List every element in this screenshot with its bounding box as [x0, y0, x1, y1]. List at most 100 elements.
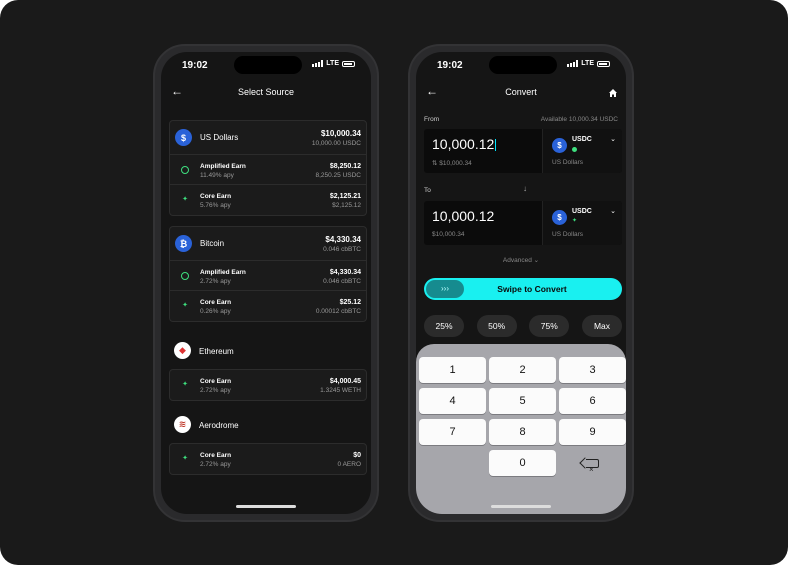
earn-row[interactable]: ✦ Core Earn 5.76% apy $2,125.21 $2,125.12: [170, 185, 366, 215]
key-7[interactable]: 7: [419, 419, 486, 445]
sparkle-icon: ✦: [572, 218, 578, 224]
amplified-earn-icon: [181, 166, 189, 174]
earn-amount: $2,125.12: [332, 202, 361, 209]
phone-screen: 19:02 LTE ← Convert From Available 10,00…: [416, 52, 626, 514]
asset-amount: 10,000.00 USDC: [311, 140, 361, 147]
status-indicators: LTE: [312, 60, 355, 67]
asset-group: $ US Dollars $10,000.34 10,000.00 USDC Ampli…: [169, 120, 367, 216]
earn-apy: 2.72% apy: [200, 387, 231, 394]
from-token-name: USDC: [572, 136, 592, 143]
earn-value: $4,330.34: [329, 269, 361, 276]
to-token-name: USDC: [572, 208, 592, 215]
from-amount-input[interactable]: 10,000.12: [432, 136, 497, 152]
earn-name: Core Earn: [200, 193, 232, 200]
key-9[interactable]: 9: [559, 419, 626, 445]
to-amount-box: 10,000.12 $10,000.34 $ USDC ✦ US Dollars…: [424, 201, 622, 245]
page-title: Convert: [505, 87, 537, 97]
max-button[interactable]: Max: [581, 315, 622, 337]
earn-name: Core Earn: [200, 299, 232, 306]
asset-name: US Dollars: [200, 133, 239, 142]
earn-amount: 1.3245 WETH: [320, 387, 361, 394]
available-balance: Available 10,000.34 USDC: [540, 116, 618, 123]
earn-amount: 0 AERO: [337, 461, 361, 468]
earn-row[interactable]: Amplified Earn 11.49% apy $8,250.12 8,250.2…: [170, 155, 366, 185]
asset-header: ≋ Aerodrome: [169, 413, 367, 437]
status-indicators: LTE: [567, 60, 610, 67]
core-earn-icon: ✦: [182, 302, 188, 309]
from-token-selector[interactable]: $ USDC US Dollars ⌄: [542, 129, 622, 173]
asset-name: Aerodrome: [199, 421, 239, 430]
asset-row[interactable]: ₿ Bitcoin $4,330.34 0.046 cbBTC: [170, 227, 366, 261]
bitcoin-icon: ₿: [175, 235, 192, 252]
key-6[interactable]: 6: [559, 388, 626, 414]
from-label: From: [424, 116, 440, 123]
earn-amount: 0.046 cbBTC: [323, 278, 361, 285]
earn-value: $25.12: [339, 299, 361, 306]
amplified-earn-icon: [181, 272, 189, 280]
earn-name: Amplified Earn: [200, 269, 246, 276]
page-title: Select Source: [237, 87, 295, 97]
key-2[interactable]: 2: [489, 357, 556, 383]
earn-value: $0: [353, 452, 361, 459]
key-4[interactable]: 4: [419, 388, 486, 414]
earn-apy: 0.26% apy: [200, 308, 231, 315]
percent-50-button[interactable]: 50%: [476, 315, 517, 337]
key-3[interactable]: 3: [559, 357, 626, 383]
swipe-label: Swipe to Convert: [497, 284, 567, 294]
chevron-down-icon: ⌄: [610, 208, 616, 215]
earn-row[interactable]: ✦ Core Earn 2.72% apy $4,000.45 1.3245 WETH: [170, 370, 366, 400]
key-1[interactable]: 1: [419, 357, 486, 383]
backspace-key[interactable]: [559, 450, 626, 483]
earn-row[interactable]: Amplified Earn 2.72% apy $4,330.34 0.046 cb…: [170, 261, 366, 291]
battery-icon: [597, 60, 610, 67]
asset-row[interactable]: $ US Dollars $10,000.34 10,000.00 USDC: [170, 121, 366, 155]
core-earn-icon: ✦: [182, 381, 188, 388]
earn-amount: 8,250.25 USDC: [315, 172, 361, 179]
key-0[interactable]: 0: [489, 450, 556, 476]
status-dot-icon: [572, 147, 577, 152]
aerodrome-icon: ≋: [174, 416, 191, 433]
earn-apy: 2.72% apy: [200, 278, 231, 285]
phone-convert: 19:02 LTE ← Convert From Available 10,00…: [408, 44, 634, 522]
asset-name: Ethereum: [199, 347, 234, 356]
key-8[interactable]: 8: [489, 419, 556, 445]
earn-apy: 11.49% apy: [200, 172, 234, 179]
key-5[interactable]: 5: [489, 388, 556, 414]
ethereum-icon: ◆: [174, 342, 191, 359]
earn-value: $4,000.45: [329, 378, 361, 385]
earn-value: $2,125.21: [329, 193, 361, 200]
advanced-toggle[interactable]: Advanced ⌄: [416, 256, 626, 264]
core-earn-icon: ✦: [182, 455, 188, 462]
percent-75-button[interactable]: 75%: [529, 315, 570, 337]
to-fiat-value: $10,000.34: [432, 231, 465, 238]
nav-bar: ← Convert: [416, 82, 626, 106]
phone-select-source: 19:02 LTE ← Select Source $ US Dollars $10…: [153, 44, 379, 522]
from-fiat-value: ⇅ $10,000.34: [432, 160, 472, 167]
home-indicator: [491, 505, 551, 508]
asset-group: ✦ Core Earn 2.72% apy $0 0 AERO: [169, 443, 367, 475]
earn-name: Amplified Earn: [200, 163, 246, 170]
to-token-selector[interactable]: $ USDC ✦ US Dollars ⌄: [542, 201, 622, 245]
home-icon[interactable]: [608, 85, 618, 103]
showcase-background: 19:02 LTE ← Select Source $ US Dollars $10…: [0, 0, 788, 565]
earn-apy: 2.72% apy: [200, 461, 231, 468]
signal-icon: [312, 60, 324, 67]
core-earn-icon: ✦: [182, 196, 188, 203]
earn-row[interactable]: ✦ Core Earn 2.72% apy $0 0 AERO: [170, 444, 366, 474]
to-amount-value: 10,000.12: [432, 208, 495, 224]
arrow-down-icon[interactable]: ↓: [523, 184, 527, 193]
chevron-down-icon: ⌄: [610, 136, 616, 143]
from-amount-box[interactable]: 10,000.12 ⇅ $10,000.34 $ USDC US Dollars…: [424, 129, 622, 173]
asset-amount: 0.046 cbBTC: [323, 246, 361, 253]
usdc-icon: $: [552, 210, 567, 225]
percent-buttons: 25% 50% 75% Max: [424, 315, 622, 337]
earn-row[interactable]: ✦ Core Earn 0.26% apy $25.12 0.00012 cbBTC: [170, 291, 366, 321]
earn-value: $8,250.12: [329, 163, 361, 170]
percent-25-button[interactable]: 25%: [424, 315, 464, 337]
network-label: LTE: [326, 60, 339, 67]
status-time: 19:02: [437, 60, 463, 71]
asset-group: ✦ Core Earn 2.72% apy $4,000.45 1.3245 WETH: [169, 369, 367, 401]
swipe-to-convert-slider[interactable]: ››› Swipe to Convert: [424, 278, 622, 300]
from-token-sub: US Dollars: [552, 159, 584, 166]
asset-value: $10,000.34: [320, 129, 361, 138]
